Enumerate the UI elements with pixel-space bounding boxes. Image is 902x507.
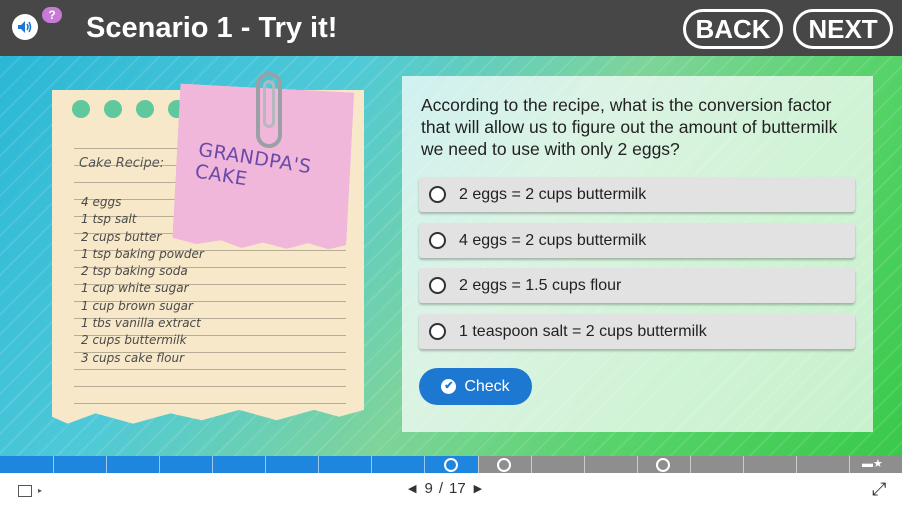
caret-right-icon: ▸: [38, 486, 43, 495]
recipe-item: 2 tsp baking soda: [81, 264, 188, 279]
recipe-title: Cake Recipe:: [79, 156, 165, 171]
progress-divider: [106, 456, 107, 473]
progress-fill: [0, 456, 478, 473]
page-title: Scenario 1 - Try it!: [86, 12, 338, 44]
back-button[interactable]: BACK: [683, 9, 783, 49]
answer-label: 4 eggs = 2 cups buttermilk: [459, 231, 647, 249]
page-total: 17: [448, 480, 466, 497]
progress-marker-icon[interactable]: [656, 458, 670, 472]
answer-label: 1 teaspoon salt = 2 cups buttermilk: [459, 322, 707, 340]
question-text: According to the recipe, what is the con…: [421, 95, 838, 159]
answer-label: 2 eggs = 2 cups buttermilk: [459, 185, 647, 203]
progress-divider: [743, 456, 744, 473]
answer-option-3[interactable]: 2 eggs = 1.5 cups flour: [419, 268, 855, 303]
paper-hole: [136, 100, 154, 118]
progress-divider: [478, 456, 479, 473]
paper-hole: [104, 100, 122, 118]
speaker-glyph: [18, 21, 32, 33]
recipe-item: 2 cups buttermilk: [81, 333, 187, 348]
next-button[interactable]: NEXT: [793, 9, 893, 49]
progress-divider: [584, 456, 585, 473]
page-indicator: ◀ 9 / 17 ▶: [400, 480, 490, 497]
answer-option-4[interactable]: 1 teaspoon salt = 2 cups buttermilk: [419, 314, 855, 349]
star-icon: ▬★: [862, 458, 883, 470]
page-separator: /: [438, 480, 443, 497]
speaker-icon[interactable]: [12, 14, 38, 40]
radio-button[interactable]: [429, 277, 446, 294]
progress-divider: [53, 456, 54, 473]
fullscreen-icon[interactable]: ⤢: [872, 479, 886, 500]
next-page-icon[interactable]: ▶: [466, 482, 490, 495]
prev-page-icon[interactable]: ◀: [400, 482, 424, 495]
check-button[interactable]: ✔ Check: [419, 368, 532, 405]
paperclip-inner: [263, 80, 275, 128]
progress-divider: [212, 456, 213, 473]
radio-button[interactable]: [429, 232, 446, 249]
slides-menu-icon[interactable]: [18, 485, 32, 497]
progress-divider: [796, 456, 797, 473]
progress-divider: [690, 456, 691, 473]
progress-divider: [424, 456, 425, 473]
progress-divider: [265, 456, 266, 473]
top-bar: ? Scenario 1 - Try it! BACK NEXT: [0, 0, 902, 56]
answer-option-2[interactable]: 4 eggs = 2 cups buttermilk: [419, 223, 855, 258]
recipe-item: 3 cups cake flour: [81, 350, 185, 365]
progress-divider: [849, 456, 850, 473]
progress-marker-icon[interactable]: [497, 458, 511, 472]
recipe-item: 1 cup white sugar: [81, 281, 189, 296]
recipe-item: 1 tsp baking powder: [81, 246, 204, 261]
recipe-item: 1 cup brown sugar: [81, 298, 193, 313]
answer-label: 2 eggs = 1.5 cups flour: [459, 276, 622, 294]
recipe-item: 1 tbs vanilla extract: [81, 316, 201, 331]
radio-button[interactable]: [429, 186, 446, 203]
progress-divider: [531, 456, 532, 473]
check-label: Check: [464, 377, 510, 395]
sticky-note-text: GRANDPA'S CAKE: [193, 138, 313, 191]
progress-bar[interactable]: ▬★: [0, 456, 902, 473]
help-bubble-icon[interactable]: ?: [42, 7, 62, 23]
progress-divider: [371, 456, 372, 473]
progress-divider: [159, 456, 160, 473]
progress-divider: [318, 456, 319, 473]
slide-stage: Cake Recipe: 4 eggs 1 tsp salt 2 cups bu…: [0, 56, 902, 456]
paper-hole: [72, 100, 90, 118]
radio-button[interactable]: [429, 323, 446, 340]
page-current: 9: [424, 480, 433, 497]
checkmark-icon: ✔: [441, 379, 457, 394]
progress-marker-icon[interactable]: [444, 458, 458, 472]
question-panel: According to the recipe, what is the con…: [402, 76, 873, 432]
answer-option-1[interactable]: 2 eggs = 2 cups buttermilk: [419, 177, 855, 212]
progress-divider: [637, 456, 638, 473]
footer-bar: ▸ ◀ 9 / 17 ▶ ⤢: [0, 473, 902, 507]
